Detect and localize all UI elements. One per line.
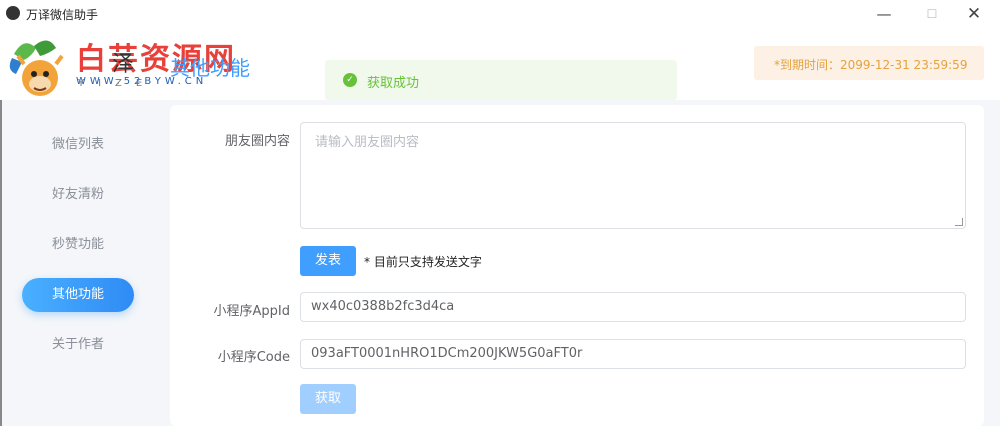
sidebar: 微信列表 好友清粉 秒赞功能 其他功能 关于作者: [2, 110, 162, 426]
moments-placeholder: 请输入朋友圈内容: [315, 135, 420, 150]
toast-text: 获取成功: [367, 76, 420, 91]
minimize-icon[interactable]: —: [862, 2, 906, 26]
fetch-button[interactable]: 获取: [300, 384, 356, 414]
brand-char: 泽: [112, 52, 135, 77]
appid-label: 小程序AppId: [213, 304, 290, 319]
maximize-icon[interactable]: ☐: [910, 2, 954, 26]
page-title: 其他功能: [170, 56, 250, 80]
window-title: 万译微信助手: [26, 8, 99, 22]
expiry-text: *到期时间：2099-12-31 23:59:59: [774, 58, 968, 72]
brand-subtitle: YIZE: [78, 78, 157, 89]
sidebar-item-wechat-list[interactable]: 微信列表: [22, 128, 134, 162]
success-toast: ✓ 获取成功: [325, 60, 677, 100]
appid-input[interactable]: wx40c0388b2fc3d4ca: [300, 292, 966, 322]
expiry-notice: *到期时间：2099-12-31 23:59:59: [754, 46, 984, 80]
publish-button[interactable]: 发表: [300, 246, 356, 276]
moments-label: 朋友圈内容: [224, 134, 290, 149]
mascot-logo-icon: [9, 40, 64, 96]
sidebar-item-friend-clean[interactable]: 好友清粉: [22, 178, 134, 212]
sidebar-item-about-author[interactable]: 关于作者: [22, 328, 134, 362]
close-icon[interactable]: ✕: [952, 2, 996, 26]
sidebar-item-quick-like[interactable]: 秒赞功能: [22, 228, 134, 262]
code-label: 小程序Code: [217, 350, 290, 365]
success-check-icon: ✓: [343, 73, 357, 87]
app-icon: [6, 6, 20, 20]
publish-hint: * 目前只支持发送文字: [364, 255, 482, 269]
sidebar-item-other-functions[interactable]: 其他功能: [22, 278, 134, 312]
resize-grip-icon[interactable]: [955, 218, 963, 226]
title-bar: 万译微信助手 — ☐ ✕: [0, 0, 1000, 28]
code-input[interactable]: 093aFT0001nHRO1DCm200JKW5G0aFT0r: [300, 339, 966, 369]
moments-textarea[interactable]: 请输入朋友圈内容: [300, 122, 966, 229]
